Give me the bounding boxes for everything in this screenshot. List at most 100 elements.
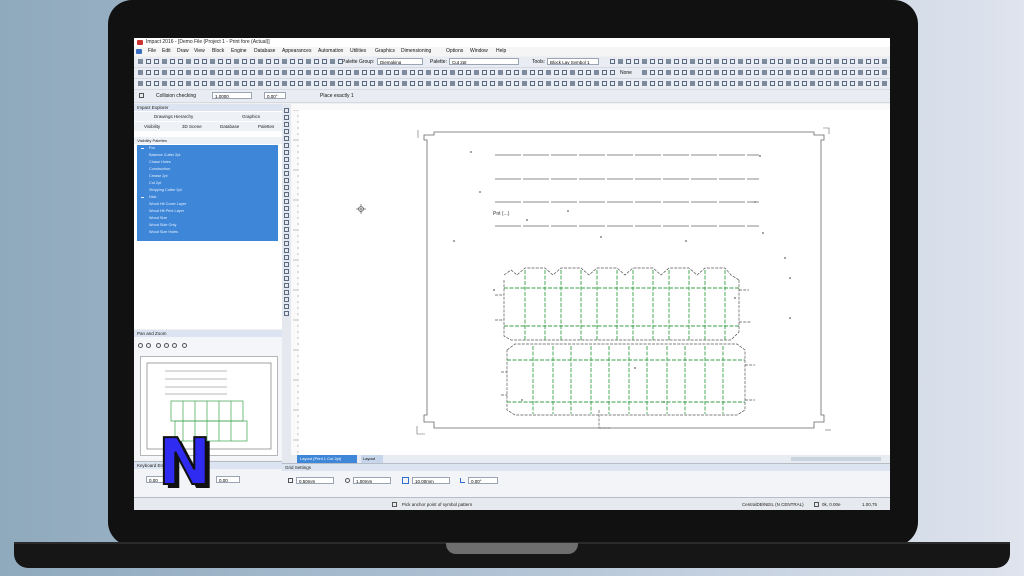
toolbar-tool-icon[interactable] (138, 81, 143, 86)
toolbar-tool-icon[interactable] (426, 70, 431, 75)
toolbar-tool-icon[interactable] (834, 59, 839, 64)
grid-y-field[interactable]: 1.00mm (353, 477, 391, 484)
toolbar-tool-icon[interactable] (690, 70, 695, 75)
zoom-extents-icon[interactable] (164, 343, 169, 348)
toolbar-tool-icon[interactable] (274, 70, 279, 75)
menu-block[interactable]: Block (212, 47, 224, 56)
toolbar-tool-icon[interactable] (234, 70, 239, 75)
toolbar-tool-icon[interactable] (298, 81, 303, 86)
toolbar-tool-icon[interactable] (778, 81, 783, 86)
toolbar-tool-icon[interactable] (210, 70, 215, 75)
toolbar-tool-icon[interactable] (178, 81, 183, 86)
toolbar-tool-icon[interactable] (250, 70, 255, 75)
toolbar-tool-icon[interactable] (730, 59, 735, 64)
toolbar-tool-icon[interactable] (242, 59, 247, 64)
toolbar-tool-icon[interactable] (850, 59, 855, 64)
draw-tool-icon[interactable] (284, 304, 289, 309)
draw-tool-icon[interactable] (284, 269, 289, 274)
toolbar-tool-icon[interactable] (226, 81, 231, 86)
draw-tool-icon[interactable] (284, 262, 289, 267)
toolbar-tool-icon[interactable] (698, 70, 703, 75)
toolbar-tool-icon[interactable] (818, 59, 823, 64)
toolbar-tool-icon[interactable] (346, 81, 351, 86)
toolbar-tool-icon[interactable] (338, 70, 343, 75)
toolbar-tool-icon[interactable] (330, 70, 335, 75)
toolbar-tool-icon[interactable] (874, 70, 879, 75)
toolbar-tool-icon[interactable] (858, 59, 863, 64)
toolbar-tool-icon[interactable] (810, 81, 815, 86)
toolbar-tool-icon[interactable] (282, 81, 287, 86)
toolbar-tool-icon[interactable] (770, 70, 775, 75)
menu-options[interactable]: Options (446, 47, 463, 56)
toolbar-tool-icon[interactable] (650, 70, 655, 75)
toolbar-tool-icon[interactable] (450, 81, 455, 86)
toolbar-tool-icon[interactable] (234, 81, 239, 86)
menu-help[interactable]: Help (496, 47, 506, 56)
toolbar-tool-icon[interactable] (458, 70, 463, 75)
toolbar-tool-icon[interactable] (714, 81, 719, 86)
toolbar-tool-icon[interactable] (506, 81, 511, 86)
toolbar-tool-icon[interactable] (674, 81, 679, 86)
toolbar-tool-icon[interactable] (202, 81, 207, 86)
toolbar-tool-icon[interactable] (282, 70, 287, 75)
drawing-canvas[interactable]: Pnt (...) (299, 110, 890, 455)
toolbar-tool-icon[interactable] (290, 81, 295, 86)
toolbar-tool-icon[interactable] (714, 70, 719, 75)
toolbar-tool-icon[interactable] (578, 70, 583, 75)
toolbar-tool-icon[interactable] (242, 81, 247, 86)
toolbar-tool-icon[interactable] (754, 59, 759, 64)
palette-select[interactable]: Cut 2pt (449, 58, 519, 65)
toolbar-tool-icon[interactable] (410, 70, 415, 75)
toolbar-tool-icon[interactable] (138, 70, 143, 75)
toolbar-tool-icon[interactable] (306, 59, 311, 64)
toolbar-tool-icon[interactable] (210, 59, 215, 64)
menu-utilities[interactable]: Utilities (350, 47, 366, 56)
layer-item[interactable]: Stripping Cutter 2pt (149, 188, 182, 192)
toolbar-tool-icon[interactable] (674, 59, 679, 64)
toolbar-tool-icon[interactable] (722, 70, 727, 75)
toolbar-tool-icon[interactable] (482, 70, 487, 75)
toolbar-tool-icon[interactable] (834, 70, 839, 75)
toolbar-tool-icon[interactable] (730, 81, 735, 86)
tab-database[interactable]: Database (220, 122, 239, 131)
toolbar-tool-icon[interactable] (650, 81, 655, 86)
toolbar-tool-icon[interactable] (674, 70, 679, 75)
toolbar-tool-icon[interactable] (730, 70, 735, 75)
toolbar-tool-icon[interactable] (634, 81, 639, 86)
horizontal-scrollbar[interactable] (791, 457, 881, 461)
layer-item[interactable]: Nick (149, 195, 156, 199)
toolbar-tool-icon[interactable] (666, 81, 671, 86)
draw-tool-icon[interactable] (284, 241, 289, 246)
toolbar-tool-icon[interactable] (858, 70, 863, 75)
toolbar-tool-icon[interactable] (642, 70, 647, 75)
toolbar-tool-icon[interactable] (290, 59, 295, 64)
collision-tolerance-field[interactable]: 1.0000 (212, 92, 252, 99)
draw-tool-icon[interactable] (284, 150, 289, 155)
toolbar-tool-icon[interactable] (218, 59, 223, 64)
toolbar-tool-icon[interactable] (626, 81, 631, 86)
tab-graphics[interactable]: Graphics (242, 112, 260, 121)
toolbar-tool-icon[interactable] (194, 59, 199, 64)
sheet-tab-active[interactable]: Layout (Print 1 Cut 2pt) (297, 455, 357, 463)
toolbar-tool-icon[interactable] (274, 81, 279, 86)
toolbar-tool-icon[interactable] (514, 70, 519, 75)
collision-checkbox[interactable] (139, 93, 144, 98)
draw-tool-icon[interactable] (284, 220, 289, 225)
toolbar-tool-icon[interactable] (602, 70, 607, 75)
draw-tool-icon[interactable] (284, 171, 289, 176)
toolbar-tool-icon[interactable] (850, 70, 855, 75)
toolbar-tool-icon[interactable] (170, 70, 175, 75)
toolbar-tool-icon[interactable] (690, 59, 695, 64)
toolbar-tool-icon[interactable] (562, 70, 567, 75)
toolbar-tool-icon[interactable] (226, 59, 231, 64)
draw-tool-icon[interactable] (284, 206, 289, 211)
toolbar-tool-icon[interactable] (202, 59, 207, 64)
toolbar-tool-icon[interactable] (738, 59, 743, 64)
toolbar-tool-icon[interactable] (186, 59, 191, 64)
toolbar-tool-icon[interactable] (602, 81, 607, 86)
toolbar-tool-icon[interactable] (586, 70, 591, 75)
toolbar-tool-icon[interactable] (770, 81, 775, 86)
draw-tool-icon[interactable] (284, 248, 289, 253)
toolbar-tool-icon[interactable] (410, 81, 415, 86)
toolbar-tool-icon[interactable] (610, 59, 615, 64)
